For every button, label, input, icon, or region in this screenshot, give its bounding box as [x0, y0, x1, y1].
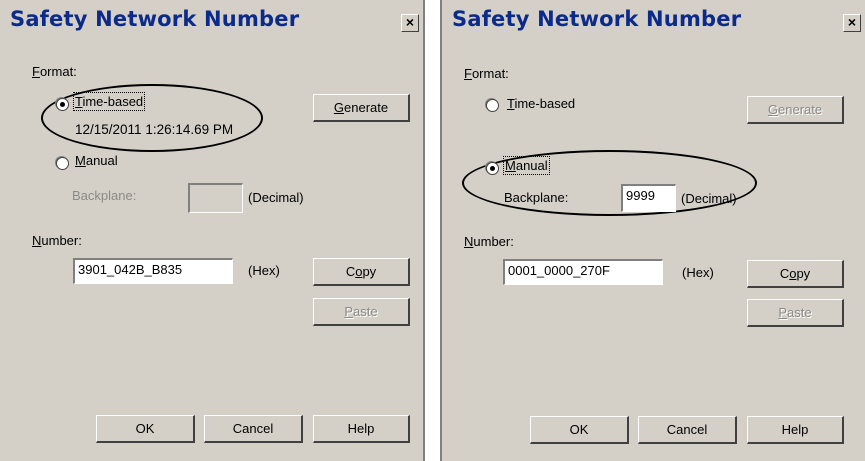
hex-label: (Hex) — [248, 263, 280, 278]
backplane-label: Backplane: — [72, 188, 137, 203]
paste-button[interactable]: Paste — [313, 298, 410, 326]
hex-label: (Hex) — [682, 265, 714, 280]
close-button[interactable]: × — [401, 14, 419, 32]
ok-button[interactable]: OK — [530, 416, 629, 444]
manual-radio[interactable] — [56, 157, 69, 170]
help-button[interactable]: Help — [747, 416, 844, 444]
manual-label[interactable]: Manual — [75, 153, 118, 168]
format-label: Format: — [32, 64, 77, 79]
cancel-button[interactable]: Cancel — [638, 416, 737, 444]
time-based-radio[interactable] — [486, 99, 499, 112]
title-bar: Safety Network Number × — [442, 0, 865, 42]
dialog-title: Safety Network Number — [10, 7, 300, 31]
generate-button[interactable]: Generate — [747, 96, 844, 124]
ok-button[interactable]: OK — [96, 415, 195, 443]
time-based-label[interactable]: Time-based — [507, 96, 575, 111]
number-field[interactable]: 3901_042B_B835 — [73, 258, 233, 284]
title-bar: Safety Network Number × — [0, 0, 423, 42]
manual-label[interactable]: Manual — [503, 156, 550, 175]
cancel-button[interactable]: Cancel — [204, 415, 303, 443]
format-label: Format: — [464, 66, 509, 81]
number-field[interactable]: 0001_0000_270F — [503, 259, 663, 285]
timestamp-text: 12/15/2011 1:26:14.69 PM — [75, 122, 234, 137]
safety-network-number-dialog-time-based: Safety Network Number × Format: Time-bas… — [0, 0, 425, 461]
paste-button[interactable]: Paste — [747, 299, 844, 327]
manual-radio[interactable] — [486, 162, 499, 175]
decimal-label: (Decimal) — [248, 190, 304, 205]
backplane-input[interactable]: 9999 — [621, 184, 676, 212]
generate-button[interactable]: Generate — [313, 94, 410, 122]
time-based-label[interactable]: Time-based — [72, 92, 146, 111]
time-based-radio[interactable] — [56, 98, 69, 111]
help-button[interactable]: Help — [313, 415, 410, 443]
dialog-title: Safety Network Number — [452, 7, 742, 31]
close-icon: × — [847, 14, 857, 30]
safety-network-number-dialog-manual: Safety Network Number × Format: Time-bas… — [440, 0, 865, 461]
number-label: Number: — [464, 234, 514, 249]
number-label: Number: — [32, 233, 82, 248]
backplane-label: Backplane: — [504, 190, 569, 205]
backplane-input[interactable] — [188, 183, 243, 213]
close-button[interactable]: × — [843, 14, 861, 32]
copy-button[interactable]: Copy — [313, 258, 410, 286]
close-icon: × — [405, 14, 415, 30]
copy-button[interactable]: Copy — [747, 260, 844, 288]
decimal-label: (Decimal) — [681, 191, 737, 206]
